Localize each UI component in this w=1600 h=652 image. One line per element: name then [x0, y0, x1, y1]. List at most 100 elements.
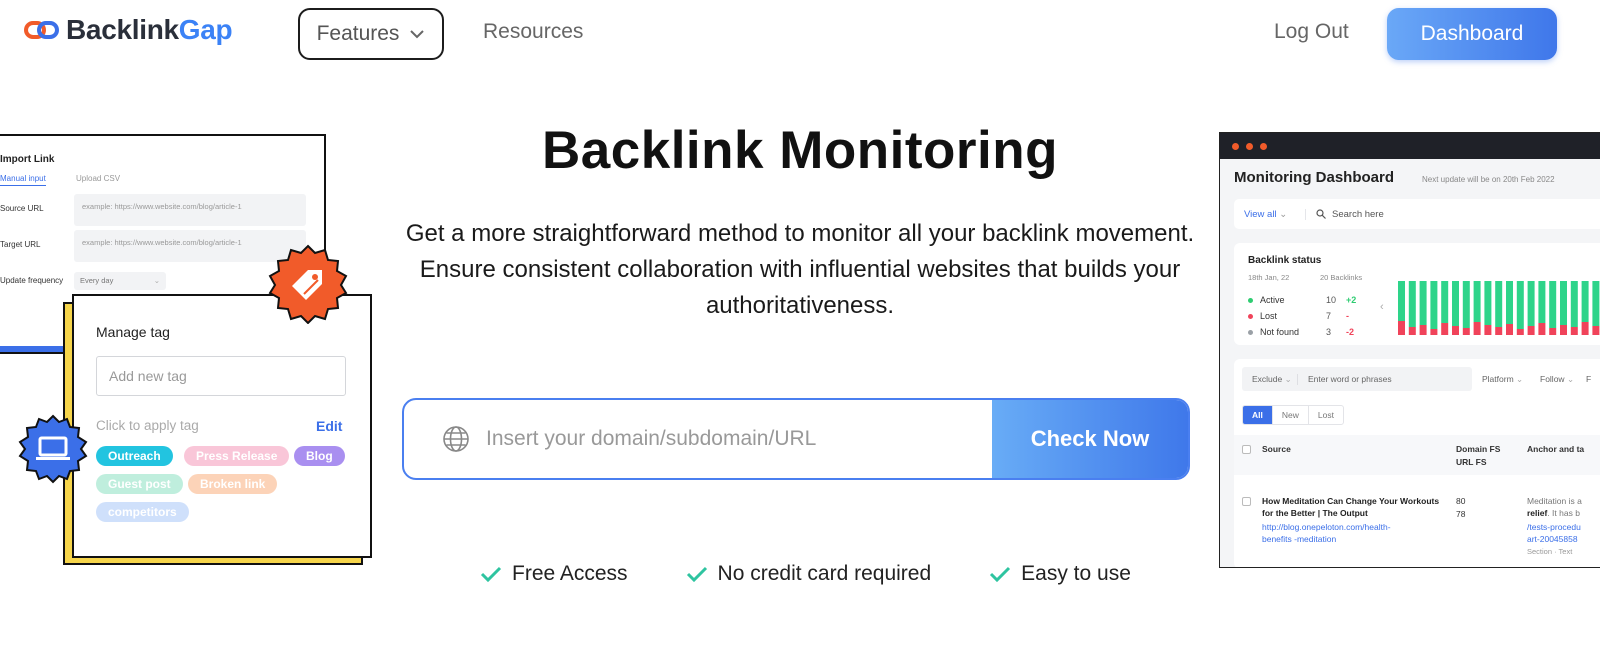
row-domain-fs: 80 [1456, 496, 1466, 506]
features-dropdown-button[interactable]: Features [298, 8, 444, 60]
globe-icon [443, 426, 469, 452]
status-bar-active [1473, 281, 1481, 322]
col-url-fs: URL FS [1456, 457, 1487, 467]
feature-item: Easy to use [989, 562, 1131, 586]
laptop-badge-icon [18, 414, 88, 484]
status-bar-lost [1452, 326, 1459, 335]
hero-description: Get a more straightforward method to mon… [390, 216, 1210, 324]
status-bar-active [1560, 281, 1567, 325]
tag-chip-press-release[interactable]: Press Release [184, 446, 290, 466]
window-dot [1260, 142, 1267, 150]
status-bar-active [1527, 281, 1535, 326]
exclude-filter[interactable]: Exclude ⌄ Enter word or phrases [1242, 367, 1472, 391]
chevron-left-icon[interactable]: ‹ [1380, 301, 1384, 313]
manage-tag-title: Manage tag [96, 324, 170, 340]
exclude-input[interactable]: Enter word or phrases [1298, 374, 1392, 384]
row-source-url[interactable]: http://blog.onepeloton.com/health-benefi… [1262, 521, 1412, 545]
domain-search-input[interactable] [486, 427, 966, 451]
top-nav: BacklinkGap Features Resources Log Out D… [0, 0, 1600, 70]
table-header: Source Domain FS URL FS Anchor and ta [1234, 435, 1600, 475]
status-bar-lost [1419, 325, 1427, 335]
update-frequency-select[interactable]: Every day ⌄ [74, 272, 166, 290]
check-now-button[interactable]: Check Now [992, 400, 1188, 478]
status-bar-active [1419, 281, 1427, 325]
status-row-lost: Lost [1248, 311, 1277, 321]
status-date: 18th Jan, 22 [1248, 273, 1290, 282]
feature-item: No credit card required [686, 562, 931, 586]
platform-filter[interactable]: Platform ⌄ [1482, 374, 1523, 385]
dashboard-search-input[interactable]: Search here [1332, 209, 1384, 220]
follow-filter[interactable]: Follow ⌄ [1540, 374, 1574, 385]
status-bar-active [1570, 281, 1578, 327]
status-bar-lost [1516, 329, 1524, 335]
exclude-dropdown[interactable]: Exclude ⌄ [1242, 373, 1298, 385]
hero-description-line-2: Ensure consistent collaboration with inf… [419, 256, 1181, 319]
status-bar-lost [1473, 322, 1481, 335]
row-anchor: Meditation is a relief. It has b [1527, 496, 1582, 518]
status-dot [1248, 329, 1253, 335]
status-bar-lost [1506, 324, 1513, 335]
check-icon [990, 566, 1011, 583]
status-delta: - [1346, 311, 1349, 321]
target-url-label: Target URL [0, 240, 41, 249]
window-dot [1232, 142, 1239, 150]
select-all-checkbox[interactable] [1242, 445, 1251, 454]
tab-lost[interactable]: Lost [1309, 406, 1343, 424]
chevron-down-icon [410, 30, 425, 39]
tab-new[interactable]: New [1273, 406, 1309, 424]
tag-chip-blog[interactable]: Blog [294, 446, 345, 466]
logout-link[interactable]: Log Out [1274, 20, 1349, 44]
status-bar-lost [1560, 325, 1567, 335]
domain-search-form: Check Now [402, 398, 1190, 480]
hero-description-line-1: Get a more straightforward method to mon… [405, 220, 1195, 247]
status-bar-lost [1549, 328, 1557, 335]
status-bar-active [1408, 281, 1416, 327]
status-bar-lost [1408, 327, 1416, 335]
status-count: 20 Backlinks [1320, 273, 1363, 282]
tag-chip-guest-post[interactable]: Guest post [96, 474, 183, 494]
features-list: Free Access No credit card required Easy… [480, 562, 1131, 586]
dashboard-title: Monitoring Dashboard [1234, 169, 1394, 186]
tag-badge-icon [268, 244, 348, 324]
truncated-filter[interactable]: F [1586, 374, 1591, 384]
tag-chip-competitors[interactable]: competitors [96, 502, 189, 522]
tab-all[interactable]: All [1243, 406, 1273, 424]
edit-tags-link[interactable]: Edit [316, 418, 342, 434]
apply-tag-hint: Click to apply tag [96, 418, 199, 433]
status-bar-active [1495, 281, 1503, 327]
status-bar-lost [1581, 322, 1589, 335]
dashboard-search-bar: View all ⌄ Search here [1234, 199, 1600, 229]
resources-link[interactable]: Resources [483, 20, 583, 44]
status-dot [1248, 313, 1253, 319]
status-bar-lost [1527, 326, 1535, 335]
source-url-field[interactable]: example: https://www.website.com/blog/ar… [74, 194, 306, 226]
status-bar-active [1484, 281, 1492, 325]
domain-search-field [404, 400, 992, 478]
row-target-url[interactable]: /tests-procedu art-20045858 [1527, 521, 1581, 545]
status-bar-active [1462, 281, 1470, 328]
feature-label: Easy to use [1021, 562, 1131, 585]
tab-upload-csv[interactable]: Upload CSV [76, 174, 120, 183]
status-bar-lost [1462, 328, 1470, 335]
source-url-label: Source URL [0, 204, 44, 213]
status-bar-active [1398, 281, 1405, 321]
dashboard-subtitle: Next update will be on 20th Feb 2022 [1422, 175, 1555, 184]
update-frequency-value: Every day [80, 276, 114, 285]
status-bar-lost [1441, 323, 1449, 335]
status-num: 10 [1326, 295, 1337, 305]
tag-chip-broken-link[interactable]: Broken link [188, 474, 278, 494]
row-checkbox[interactable] [1242, 497, 1251, 506]
status-bar-lost [1538, 323, 1546, 335]
tab-manual-input[interactable]: Manual input [0, 174, 46, 186]
status-num: 7 [1326, 311, 1332, 321]
dashboard-button[interactable]: Dashboard [1387, 8, 1557, 60]
backlink-table-panel: Exclude ⌄ Enter word or phrases Platform… [1234, 359, 1600, 567]
row-source-title: How Meditation Can Change Your Workouts … [1262, 496, 1440, 518]
view-all-dropdown[interactable]: View all ⌄ [1234, 208, 1306, 220]
row-url-fs: 78 [1456, 509, 1466, 519]
status-bar-active [1549, 281, 1557, 328]
add-tag-input[interactable]: Add new tag [96, 356, 346, 396]
logo[interactable]: BacklinkGap [24, 14, 233, 46]
status-bar-lost [1570, 327, 1578, 335]
tag-chip-outreach[interactable]: Outreach [96, 446, 173, 466]
